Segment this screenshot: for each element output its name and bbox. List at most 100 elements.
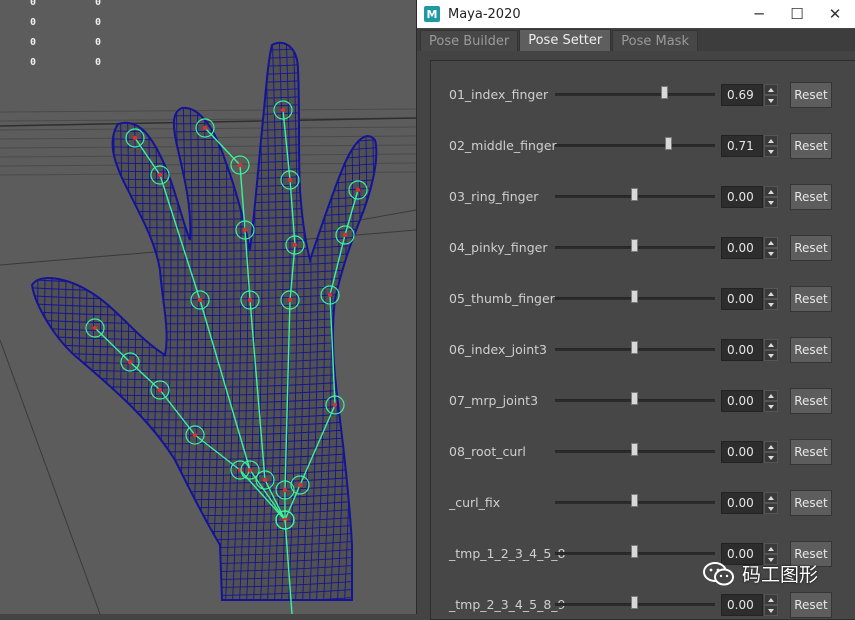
pose-label: 07_mrp_joint3 [449, 393, 539, 408]
pose-label: 02_middle_finger [449, 138, 557, 153]
pose-value-field[interactable]: 0.00 [721, 492, 763, 514]
maximize-button[interactable]: ☐ [777, 0, 817, 28]
pose-slider-handle[interactable] [631, 341, 638, 354]
pose-slider-handle[interactable] [664, 137, 672, 150]
hud-value-right: 0 [95, 0, 102, 8]
joint-marker [92, 325, 98, 331]
reset-button[interactable]: Reset [790, 82, 832, 108]
reset-button[interactable]: Reset [790, 184, 832, 210]
maya-viewport[interactable]: 0 0 0 0 0 0 0 0 [0, 0, 416, 614]
arrow-down-icon [768, 149, 774, 154]
joint-marker [282, 487, 288, 493]
spin-down-button[interactable] [764, 95, 778, 106]
arrow-up-icon [768, 495, 774, 500]
arrow-up-icon [768, 393, 774, 398]
spin-down-button[interactable] [764, 503, 778, 514]
spin-down-button[interactable] [764, 350, 778, 361]
spin-down-button[interactable] [764, 146, 778, 157]
pose-value-field[interactable]: 0.00 [721, 339, 763, 361]
minimize-button[interactable]: ─ [739, 0, 779, 28]
reset-button[interactable]: Reset [790, 592, 832, 618]
pose-slider-handle[interactable] [631, 290, 638, 303]
reset-button[interactable]: Reset [790, 439, 832, 465]
reset-button[interactable]: Reset [790, 337, 832, 363]
reset-button[interactable]: Reset [790, 286, 832, 312]
pose-value-field[interactable]: 0.00 [721, 288, 763, 310]
tab-pose-builder[interactable]: Pose Builder [420, 30, 519, 51]
pose-row: 05_thumb_finger 0.00 Reset [431, 286, 855, 312]
arrow-down-icon [768, 353, 774, 358]
close-button[interactable]: ✕ [815, 0, 855, 28]
hud-value-left: 0 [30, 37, 37, 48]
pose-row: _curl_fix 0.00 Reset [431, 490, 855, 516]
hud-value-left: 0 [30, 17, 37, 28]
spin-up-button[interactable] [764, 237, 778, 248]
spin-down-button[interactable] [764, 401, 778, 412]
pose-value-field[interactable]: 0.00 [721, 186, 763, 208]
spin-down-button[interactable] [764, 197, 778, 208]
tab-pose-setter[interactable]: Pose Setter [519, 29, 612, 51]
joint-marker [332, 402, 338, 408]
arrow-down-icon [768, 98, 774, 103]
spin-up-button[interactable] [764, 390, 778, 401]
watermark-text: 码工图形 [742, 564, 819, 586]
pose-label: _tmp_1_2_3_4_5_8 [449, 546, 566, 561]
arrow-down-icon [768, 506, 774, 511]
pose-value-field[interactable]: 0.00 [721, 594, 763, 616]
spin-up-button[interactable] [764, 543, 778, 554]
title-bar[interactable]: M Maya-2020 ─ ☐ ✕ [417, 0, 855, 28]
spin-down-button[interactable] [764, 605, 778, 616]
pose-label: 01_index_finger [449, 87, 549, 102]
pose-slider-track[interactable] [555, 93, 715, 96]
reset-button[interactable]: Reset [790, 388, 832, 414]
pose-value-field[interactable]: 0.00 [721, 237, 763, 259]
spin-down-button[interactable] [764, 248, 778, 259]
pose-slider-handle[interactable] [631, 596, 638, 609]
joint-marker [157, 172, 163, 178]
pose-label: 05_thumb_finger [449, 291, 555, 306]
spin-up-button[interactable] [764, 441, 778, 452]
tab-bar: Pose Builder Pose Setter Pose Mask [417, 29, 855, 51]
arrow-down-icon [768, 251, 774, 256]
spin-down-button[interactable] [764, 299, 778, 310]
reset-button[interactable]: Reset [790, 490, 832, 516]
joint-marker [342, 232, 348, 238]
hud-value-left: 0 [30, 0, 37, 8]
pose-slider-handle[interactable] [631, 239, 638, 252]
spin-up-button[interactable] [764, 288, 778, 299]
pose-slider-handle[interactable] [631, 392, 638, 405]
pose-value-field[interactable]: 0.71 [721, 135, 763, 157]
pose-slider-handle[interactable] [631, 443, 638, 456]
pose-row: _tmp_2_3_4_5_8_9 0.00 Reset [431, 592, 855, 618]
spin-up-button[interactable] [764, 84, 778, 95]
spin-up-button[interactable] [764, 492, 778, 503]
pose-row: 08_root_curl 0.00 Reset [431, 439, 855, 465]
arrow-down-icon [768, 200, 774, 205]
spin-up-button[interactable] [764, 186, 778, 197]
pose-slider-handle[interactable] [631, 188, 638, 201]
pose-label: 03_ring_finger [449, 189, 539, 204]
tab-pose-mask[interactable]: Pose Mask [612, 30, 698, 51]
pose-row: 01_index_finger 0.69 Reset [431, 82, 855, 108]
spin-up-button[interactable] [764, 135, 778, 146]
pose-slider-track[interactable] [555, 144, 715, 147]
reset-button[interactable]: Reset [790, 133, 832, 159]
pose-value-field[interactable]: 0.00 [721, 441, 763, 463]
pose-slider-handle[interactable] [661, 86, 669, 99]
hud-value-right: 0 [95, 37, 102, 48]
pose-slider-handle[interactable] [631, 545, 638, 558]
spin-up-button[interactable] [764, 594, 778, 605]
arrow-up-icon [768, 546, 774, 551]
arrow-up-icon [768, 189, 774, 194]
pose-value-field[interactable]: 0.00 [721, 390, 763, 412]
spin-up-button[interactable] [764, 339, 778, 350]
pose-setter-panel: 01_index_finger 0.69 Reset 02_middle_finger… [430, 60, 855, 620]
spin-down-button[interactable] [764, 452, 778, 463]
joint-marker [197, 297, 203, 303]
pose-value-field[interactable]: 0.69 [721, 84, 763, 106]
reset-button[interactable]: Reset [790, 235, 832, 261]
pose-label: 08_root_curl [449, 444, 526, 459]
joint-marker [192, 432, 198, 438]
pose-slider-handle[interactable] [631, 494, 638, 507]
joint-marker [287, 297, 293, 303]
